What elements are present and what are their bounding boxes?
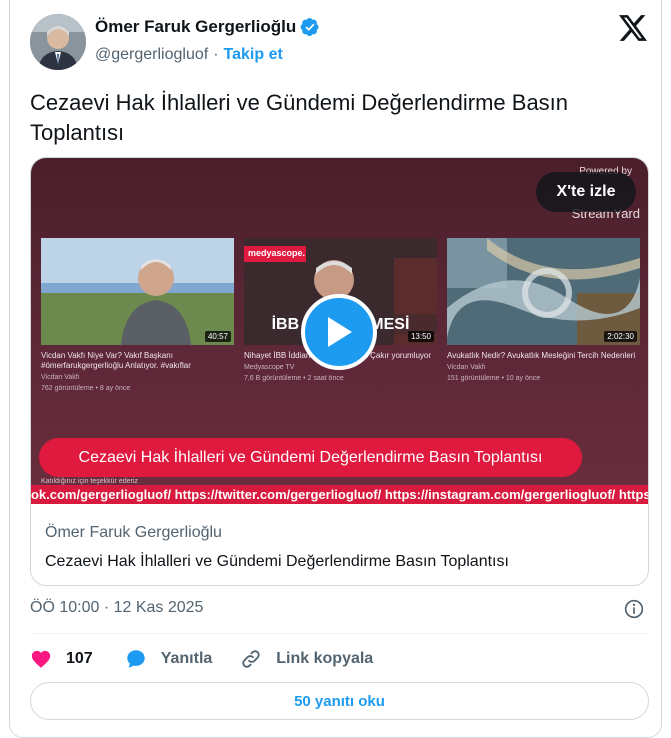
author-handle[interactable]: @gergerliogluof [95,46,208,64]
action-bar: 107 Yanıtla Link kopyala [30,646,373,672]
video-title-banner: Cezaevi Hak İhlalleri ve Gündemi Değerle… [39,438,582,477]
link-info[interactable]: Ömer Faruk Gergerlioğlu Cezaevi Hak İhla… [45,524,509,571]
divider [30,633,649,634]
thumbnail-stats: 151 görüntüleme • 10 ay önce [447,375,541,382]
link-domain: Ömer Faruk Gergerlioğlu [45,524,222,541]
follow-button[interactable]: Takip et [224,46,283,64]
author-name-row[interactable]: Ömer Faruk Gergerlioğlu [95,17,320,37]
like-button[interactable]: 107 [30,648,93,670]
thumbnail-channel: Vicdan Vakfı [447,364,486,371]
reply-label: Yanıtla [160,650,213,667]
author-name[interactable]: Ömer Faruk Gergerlioğlu [95,17,296,37]
play-button[interactable] [301,294,377,370]
separator-dot: · [213,46,219,63]
channel-badge: medyascope. [248,248,306,258]
verified-badge-icon [300,17,320,37]
reply-bubble-icon [126,650,145,668]
x-logo-icon[interactable] [619,15,647,41]
link-title: Cezaevi Hak İhlalleri ve Gündemi Değerle… [45,553,509,570]
tweet-text: Cezaevi Hak İhlalleri ve Gündemi Değerle… [30,90,569,145]
thanks-text: Katıldığınız için teşekkür ederiz [41,478,138,485]
video-duration: 40:57 [204,331,231,342]
copy-link-button[interactable]: Link kopyala [240,648,373,670]
thumbnail-stats: 7,6 B görüntüleme • 2 saat önce [244,375,344,382]
video-duration: 13:50 [407,331,434,342]
info-icon[interactable] [624,599,644,619]
watch-on-x-button[interactable]: X'te izle [536,172,636,212]
video-duration: 2:02:30 [604,331,637,342]
play-icon [328,317,352,347]
thumbnail-card: 40:57 Vicdan Vakfı Niye Var? Vakıf Başka… [41,238,234,393]
read-replies-button[interactable]: 50 yanıtı oku [30,682,649,720]
video-preview[interactable]: Powered by StreamYard 40:57 Vicdan Vakfı [31,158,649,504]
links-ticker: ook.com/gergerliogluof/ https://twitter.… [31,485,649,504]
thumbnail-image: 2:02:30 [447,238,640,345]
thumbnail-title: Avukatlık Nedir? Avukatlık Mesleğini Ter… [447,351,636,360]
link-icon [242,650,260,668]
copy-link-label: Link kopyala [276,650,374,667]
heart-icon [31,650,51,668]
thumbnail-channel: Vicdan Vakfı [41,374,80,381]
thumbnail-image: 40:57 [41,238,234,345]
avatar[interactable] [30,14,86,70]
thumbnail-stats: 762 görüntüleme • 8 ay önce [41,385,131,392]
thumbnail-title: Vicdan Vakfı Niye Var? Vakıf Başkanı #öm… [41,351,191,370]
like-count: 107 [66,650,93,667]
media-card[interactable]: Powered by StreamYard 40:57 Vicdan Vakfı [30,157,649,586]
thumbnail-card: 2:02:30 Avukatlık Nedir? Avukatlık Mesle… [447,238,640,383]
reply-button[interactable]: Yanıtla [125,648,213,670]
tweet-timestamp[interactable]: ÖÖ 10:00 · 12 Kas 2025 [30,599,203,617]
handle-row: @gergerliogluof · Takip et [95,46,283,64]
ticker-text: ook.com/gergerliogluof/ https://twitter.… [31,487,649,502]
